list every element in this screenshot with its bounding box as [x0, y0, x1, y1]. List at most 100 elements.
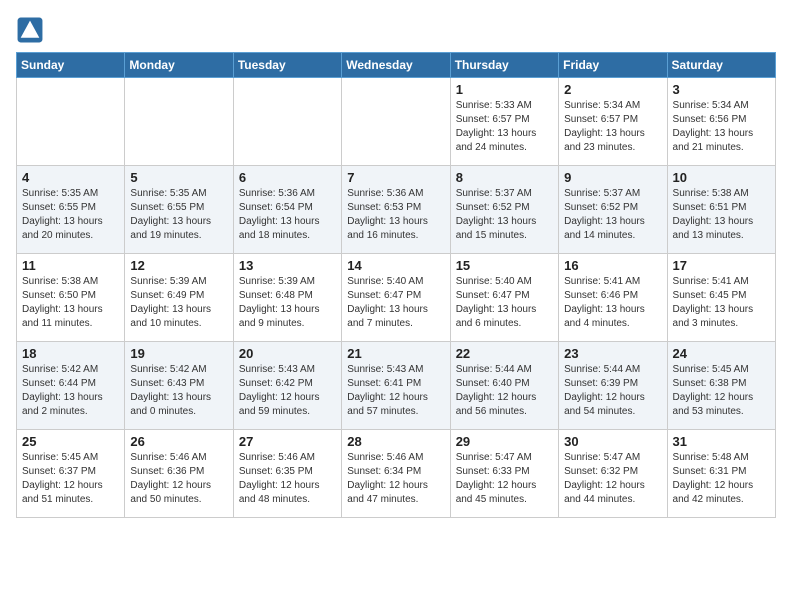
- day-number: 16: [564, 258, 661, 273]
- calendar-cell: 7 Sunrise: 5:36 AM Sunset: 6:53 PM Daylig…: [342, 166, 450, 254]
- calendar-cell: [342, 78, 450, 166]
- logo: [16, 16, 48, 44]
- weekday-header: Friday: [559, 53, 667, 78]
- day-info: Sunrise: 5:43 AM Sunset: 6:42 PM Dayligh…: [239, 363, 336, 419]
- day-number: 4: [22, 170, 119, 185]
- day-number: 15: [456, 258, 553, 273]
- day-info: Sunrise: 5:36 AM Sunset: 6:53 PM Dayligh…: [347, 187, 444, 243]
- weekday-header: Monday: [125, 53, 233, 78]
- calendar-table: SundayMondayTuesdayWednesdayThursdayFrid…: [16, 52, 776, 518]
- calendar-cell: [17, 78, 125, 166]
- day-info: Sunrise: 5:40 AM Sunset: 6:47 PM Dayligh…: [347, 275, 444, 331]
- calendar-cell: 1 Sunrise: 5:33 AM Sunset: 6:57 PM Daylig…: [450, 78, 558, 166]
- day-info: Sunrise: 5:46 AM Sunset: 6:34 PM Dayligh…: [347, 451, 444, 507]
- day-info: Sunrise: 5:42 AM Sunset: 6:43 PM Dayligh…: [130, 363, 227, 419]
- calendar-cell: 30 Sunrise: 5:47 AM Sunset: 6:32 PM Dayli…: [559, 430, 667, 518]
- day-info: Sunrise: 5:44 AM Sunset: 6:39 PM Dayligh…: [564, 363, 661, 419]
- calendar-cell: 6 Sunrise: 5:36 AM Sunset: 6:54 PM Daylig…: [233, 166, 341, 254]
- day-number: 29: [456, 434, 553, 449]
- day-number: 1: [456, 82, 553, 97]
- calendar-cell: 31Sunrise: 5:48 AM Sunset: 6:31 PM Dayli…: [667, 430, 775, 518]
- day-number: 7: [347, 170, 444, 185]
- calendar-cell: 18 Sunrise: 5:42 AM Sunset: 6:44 PM Dayli…: [17, 342, 125, 430]
- calendar-cell: 13 Sunrise: 5:39 AM Sunset: 6:48 PM Dayli…: [233, 254, 341, 342]
- day-info: Sunrise: 5:45 AM Sunset: 6:38 PM Dayligh…: [673, 363, 770, 419]
- calendar-cell: 17 Sunrise: 5:41 AM Sunset: 6:45 PM Dayli…: [667, 254, 775, 342]
- day-number: 8: [456, 170, 553, 185]
- day-number: 18: [22, 346, 119, 361]
- day-info: Sunrise: 5:39 AM Sunset: 6:49 PM Dayligh…: [130, 275, 227, 331]
- day-info: Sunrise: 5:36 AM Sunset: 6:54 PM Dayligh…: [239, 187, 336, 243]
- calendar-cell: 5Sunrise: 5:35 AM Sunset: 6:55 PM Daylig…: [125, 166, 233, 254]
- day-number: 3: [673, 82, 770, 97]
- day-info: Sunrise: 5:34 AM Sunset: 6:57 PM Dayligh…: [564, 99, 661, 155]
- day-info: Sunrise: 5:33 AM Sunset: 6:57 PM Dayligh…: [456, 99, 553, 155]
- weekday-header-row: SundayMondayTuesdayWednesdayThursdayFrid…: [17, 53, 776, 78]
- calendar-cell: 2 Sunrise: 5:34 AM Sunset: 6:57 PM Daylig…: [559, 78, 667, 166]
- calendar-cell: 14 Sunrise: 5:40 AM Sunset: 6:47 PM Dayli…: [342, 254, 450, 342]
- day-info: Sunrise: 5:43 AM Sunset: 6:41 PM Dayligh…: [347, 363, 444, 419]
- day-number: 26: [130, 434, 227, 449]
- day-info: Sunrise: 5:37 AM Sunset: 6:52 PM Dayligh…: [456, 187, 553, 243]
- calendar-week-row: 18 Sunrise: 5:42 AM Sunset: 6:44 PM Dayli…: [17, 342, 776, 430]
- day-info: Sunrise: 5:47 AM Sunset: 6:32 PM Dayligh…: [564, 451, 661, 507]
- day-number: 12: [130, 258, 227, 273]
- day-info: Sunrise: 5:48 AM Sunset: 6:31 PM Dayligh…: [673, 451, 770, 507]
- calendar-week-row: 1 Sunrise: 5:33 AM Sunset: 6:57 PM Daylig…: [17, 78, 776, 166]
- calendar-cell: 19 Sunrise: 5:42 AM Sunset: 6:43 PM Dayli…: [125, 342, 233, 430]
- calendar-cell: 11Sunrise: 5:38 AM Sunset: 6:50 PM Dayli…: [17, 254, 125, 342]
- calendar-cell: 12 Sunrise: 5:39 AM Sunset: 6:49 PM Dayli…: [125, 254, 233, 342]
- day-number: 22: [456, 346, 553, 361]
- weekday-header: Thursday: [450, 53, 558, 78]
- day-number: 17: [673, 258, 770, 273]
- day-info: Sunrise: 5:39 AM Sunset: 6:48 PM Dayligh…: [239, 275, 336, 331]
- day-number: 21: [347, 346, 444, 361]
- day-info: Sunrise: 5:47 AM Sunset: 6:33 PM Dayligh…: [456, 451, 553, 507]
- day-number: 11: [22, 258, 119, 273]
- calendar-cell: 15 Sunrise: 5:40 AM Sunset: 6:47 PM Dayli…: [450, 254, 558, 342]
- day-number: 20: [239, 346, 336, 361]
- day-info: Sunrise: 5:34 AM Sunset: 6:56 PM Dayligh…: [673, 99, 770, 155]
- day-info: Sunrise: 5:38 AM Sunset: 6:51 PM Dayligh…: [673, 187, 770, 243]
- day-number: 23: [564, 346, 661, 361]
- calendar-week-row: 4 Sunrise: 5:35 AM Sunset: 6:55 PM Daylig…: [17, 166, 776, 254]
- day-number: 14: [347, 258, 444, 273]
- day-info: Sunrise: 5:37 AM Sunset: 6:52 PM Dayligh…: [564, 187, 661, 243]
- day-number: 13: [239, 258, 336, 273]
- day-info: Sunrise: 5:41 AM Sunset: 6:45 PM Dayligh…: [673, 275, 770, 331]
- day-number: 25: [22, 434, 119, 449]
- calendar-cell: 22 Sunrise: 5:44 AM Sunset: 6:40 PM Dayli…: [450, 342, 558, 430]
- day-number: 19: [130, 346, 227, 361]
- calendar-cell: 9 Sunrise: 5:37 AM Sunset: 6:52 PM Daylig…: [559, 166, 667, 254]
- day-info: Sunrise: 5:46 AM Sunset: 6:36 PM Dayligh…: [130, 451, 227, 507]
- day-info: Sunrise: 5:44 AM Sunset: 6:40 PM Dayligh…: [456, 363, 553, 419]
- calendar-cell: 20 Sunrise: 5:43 AM Sunset: 6:42 PM Dayli…: [233, 342, 341, 430]
- day-info: Sunrise: 5:35 AM Sunset: 6:55 PM Dayligh…: [22, 187, 119, 243]
- calendar-week-row: 11Sunrise: 5:38 AM Sunset: 6:50 PM Dayli…: [17, 254, 776, 342]
- day-number: 2: [564, 82, 661, 97]
- day-info: Sunrise: 5:42 AM Sunset: 6:44 PM Dayligh…: [22, 363, 119, 419]
- day-info: Sunrise: 5:35 AM Sunset: 6:55 PM Dayligh…: [130, 187, 227, 243]
- calendar-cell: 28Sunrise: 5:46 AM Sunset: 6:34 PM Dayli…: [342, 430, 450, 518]
- weekday-header: Sunday: [17, 53, 125, 78]
- calendar-cell: 29 Sunrise: 5:47 AM Sunset: 6:33 PM Dayli…: [450, 430, 558, 518]
- logo-icon: [16, 16, 44, 44]
- day-number: 24: [673, 346, 770, 361]
- day-number: 30: [564, 434, 661, 449]
- weekday-header: Saturday: [667, 53, 775, 78]
- day-number: 6: [239, 170, 336, 185]
- day-info: Sunrise: 5:40 AM Sunset: 6:47 PM Dayligh…: [456, 275, 553, 331]
- calendar-cell: 8 Sunrise: 5:37 AM Sunset: 6:52 PM Daylig…: [450, 166, 558, 254]
- calendar-cell: 21 Sunrise: 5:43 AM Sunset: 6:41 PM Dayli…: [342, 342, 450, 430]
- weekday-header: Wednesday: [342, 53, 450, 78]
- calendar-cell: 16Sunrise: 5:41 AM Sunset: 6:46 PM Dayli…: [559, 254, 667, 342]
- calendar-cell: [233, 78, 341, 166]
- day-number: 10: [673, 170, 770, 185]
- day-number: 27: [239, 434, 336, 449]
- calendar-cell: 3 Sunrise: 5:34 AM Sunset: 6:56 PM Daylig…: [667, 78, 775, 166]
- calendar-cell: 4 Sunrise: 5:35 AM Sunset: 6:55 PM Daylig…: [17, 166, 125, 254]
- day-number: 9: [564, 170, 661, 185]
- calendar-cell: 26 Sunrise: 5:46 AM Sunset: 6:36 PM Dayli…: [125, 430, 233, 518]
- weekday-header: Tuesday: [233, 53, 341, 78]
- calendar-cell: 10 Sunrise: 5:38 AM Sunset: 6:51 PM Dayli…: [667, 166, 775, 254]
